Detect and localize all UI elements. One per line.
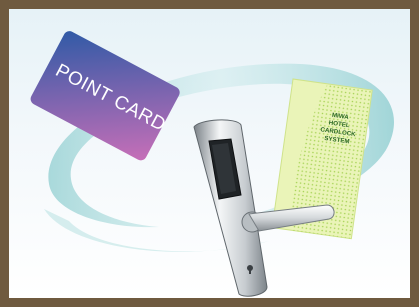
illustration-canvas: MIWA HOTEL CARDLOCK SYSTEM POINT CARD bbox=[9, 9, 410, 298]
point-card: POINT CARD bbox=[30, 31, 180, 161]
illustration-svg: MIWA HOTEL CARDLOCK SYSTEM POINT CARD bbox=[30, 31, 394, 297]
